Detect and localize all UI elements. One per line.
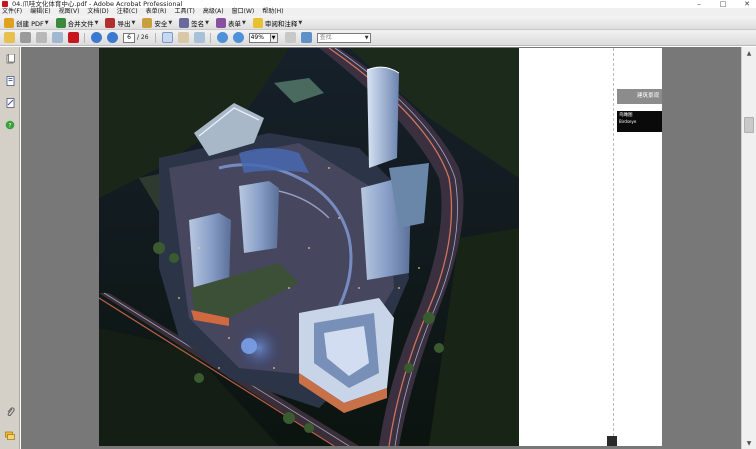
print-icon[interactable] [20, 32, 31, 43]
image-caption-block: 鸟瞰图 Birdseye [617, 111, 662, 132]
export-label: 导出 [117, 19, 131, 28]
page-total-label: / 26 [137, 34, 149, 41]
section-tab: 建筑景观 [617, 89, 662, 104]
chevron-down-icon: ▼ [44, 19, 49, 26]
toolbar-divider [154, 32, 156, 43]
secure-button[interactable]: 安全 ▼ [142, 17, 172, 29]
combine-files-button[interactable]: 合并文件 ▼ [55, 17, 99, 29]
create-pdf-icon [4, 17, 14, 28]
help-icon[interactable]: ? [5, 120, 15, 130]
document-viewport[interactable]: 建筑景观 鸟瞰图 Birdseye [21, 47, 741, 449]
forms-icon [216, 17, 227, 28]
chevron-down-icon: ▼ [298, 19, 303, 26]
page-footer-marker [607, 436, 617, 446]
review-comment-label: 审阅和注释 [264, 19, 298, 28]
page-number-input[interactable]: 6 [123, 32, 135, 43]
zoom-in-icon[interactable] [232, 32, 244, 43]
navigation-panel: ? [0, 47, 20, 449]
scroll-up-icon[interactable]: ▲ [742, 47, 756, 59]
close-button[interactable]: ✕ [742, 0, 752, 8]
open-folder-icon[interactable] [4, 32, 15, 43]
forms-button[interactable]: 表单 ▼ [216, 17, 246, 29]
window-title: 04.爪哇文化体育中心.pdf - Adobe Acrobat Professi… [12, 0, 183, 8]
secure-label: 安全 [154, 19, 168, 28]
menu-help[interactable]: 帮助(H) [262, 8, 283, 16]
menu-comments[interactable]: 注释(C) [117, 8, 138, 16]
menu-bar: 文件(F) 编辑(E) 视图(V) 文档(D) 注释(C) 表单(R) 工具(T… [0, 8, 756, 16]
chevron-down-icon: ▼ [168, 19, 173, 26]
menu-forms[interactable]: 表单(R) [146, 8, 167, 16]
title-bar: 04.爪哇文化体育中心.pdf - Adobe Acrobat Professi… [0, 0, 756, 8]
aerial-rendering-image [99, 48, 519, 446]
caption-subtitle: Birdseye [619, 119, 637, 124]
create-pdf-button[interactable]: 创建 PDF ▼ [4, 17, 49, 29]
search-input[interactable]: 查找 ▼ [316, 32, 371, 43]
svg-text:?: ? [8, 123, 11, 130]
signatures-icon[interactable] [5, 98, 15, 108]
forms-label: 表单 [228, 19, 242, 28]
toolbar-divider [209, 32, 211, 43]
menu-file[interactable]: 文件(F) [2, 8, 22, 16]
scroll-down-icon[interactable]: ▼ [742, 437, 756, 449]
chevron-down-icon: ▼ [94, 19, 99, 26]
fit-width-icon[interactable] [300, 32, 312, 43]
comments-icon[interactable] [5, 431, 15, 441]
combine-files-label: 合并文件 [67, 19, 94, 28]
pdf-page: 建筑景观 鸟瞰图 Birdseye [99, 48, 662, 446]
sign-button[interactable]: 签名 ▼ [179, 17, 209, 29]
navigation-toolbar: 6 / 26 49% ▼ 查找 ▼ [0, 30, 756, 46]
next-page-icon[interactable] [107, 32, 118, 43]
marquee-zoom-icon[interactable] [193, 32, 205, 43]
minimize-button[interactable]: – [694, 0, 704, 8]
export-icon [105, 17, 116, 28]
paperclip-icon[interactable] [5, 407, 15, 417]
chevron-down-icon: ▼ [205, 19, 210, 26]
dashed-guide-line [613, 48, 614, 446]
pages-icon[interactable] [5, 54, 15, 64]
search-placeholder: 查找 [319, 33, 332, 41]
maximize-button[interactable]: □ [718, 0, 728, 8]
hand-tool-icon[interactable] [177, 32, 189, 43]
page-layout-sidebar: 建筑景观 鸟瞰图 Birdseye [519, 48, 662, 446]
chevron-down-icon: ▼ [242, 19, 246, 26]
task-toolbar: 创建 PDF ▼ 合并文件 ▼ 导出 ▼ 安全 ▼ 签名 ▼ 表单 ▼ 审阅和注… [0, 16, 756, 30]
menu-document[interactable]: 文档(D) [87, 8, 108, 16]
sign-label: 签名 [191, 19, 205, 28]
bookmarks-icon[interactable] [5, 76, 15, 86]
window-controls: – □ ✕ [694, 0, 752, 8]
acrobat-app-icon [2, 1, 8, 7]
scrollbar-thumb[interactable] [744, 117, 754, 133]
toolbar-divider [84, 32, 85, 43]
create-pdf-label: 创建 PDF [16, 19, 44, 28]
previous-page-icon[interactable] [91, 32, 102, 43]
select-cursor-icon[interactable] [161, 32, 173, 43]
menu-edit[interactable]: 编辑(E) [30, 8, 50, 16]
comment-bubble-icon [252, 17, 263, 28]
review-comment-button[interactable]: 审阅和注释 ▼ [252, 17, 303, 29]
pdf-red-icon[interactable] [68, 32, 79, 43]
zoom-level-field[interactable]: 49% [248, 32, 271, 43]
menu-window[interactable]: 窗口(W) [232, 8, 255, 16]
vertical-scrollbar[interactable]: ▲ ▼ [741, 47, 756, 449]
menu-view[interactable]: 视图(V) [59, 8, 80, 16]
email-icon[interactable] [52, 32, 63, 43]
lock-icon [142, 17, 153, 28]
fit-page-icon[interactable] [284, 32, 296, 43]
zoom-out-icon[interactable] [216, 32, 228, 43]
combine-files-icon [55, 17, 66, 28]
chevron-down-icon[interactable]: ▼ [365, 34, 369, 42]
zoom-dropdown-arrow[interactable]: ▼ [270, 32, 278, 43]
export-button[interactable]: 导出 ▼ [105, 17, 135, 29]
menu-tools[interactable]: 工具(T) [174, 8, 194, 16]
pen-icon [179, 17, 190, 28]
chevron-down-icon: ▼ [131, 19, 136, 26]
menu-advanced[interactable]: 高级(A) [203, 8, 224, 16]
save-icon[interactable] [36, 32, 47, 43]
